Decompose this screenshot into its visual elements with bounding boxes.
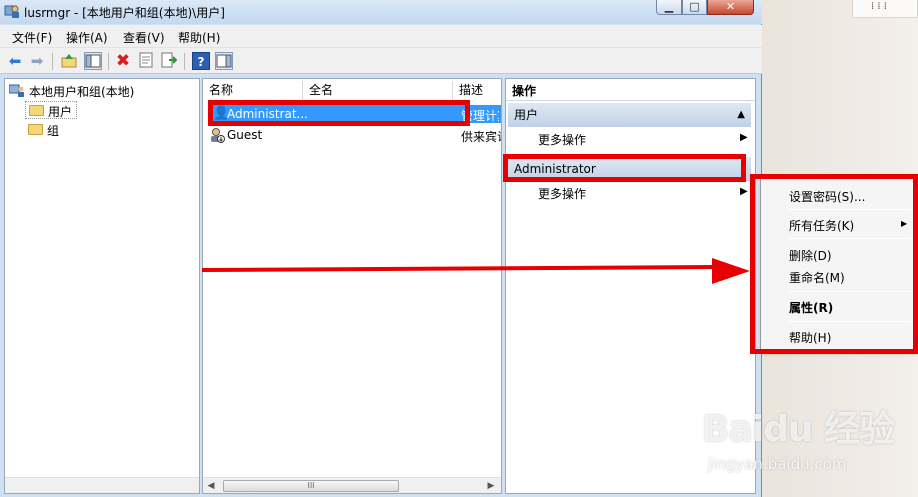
scroll-left-icon[interactable]: ◀ [203, 478, 219, 494]
forward-arrow-icon[interactable]: ➡ [28, 52, 46, 70]
collapse-icon[interactable]: ▲ [737, 103, 745, 127]
action-section-users[interactable]: 用户 ▲ [508, 103, 751, 127]
tree-item-groups-label: 组 [47, 124, 60, 138]
toolbar-separator [184, 53, 185, 70]
scroll-right-icon[interactable]: ▶ [483, 478, 499, 494]
baidu-jingyan-watermark-url: jingyan.baidu.com [708, 455, 847, 473]
show-hide-action-pane-icon[interactable] [215, 52, 233, 70]
menu-bar: 文件(F) 操作(A) 查看(V) 帮助(H) [0, 25, 762, 47]
toolbar-separator [108, 53, 109, 70]
tree-root-label[interactable]: 本地用户和组(本地) [29, 83, 134, 100]
guest-user-icon [209, 127, 225, 143]
row-name: Guest [227, 128, 263, 142]
title-bar[interactable]: lusrmgr - [本地用户和组(本地)\用户] ▁ □ ✕ [0, 0, 762, 24]
table-row-guest[interactable]: Guest 供来宾访 [209, 126, 501, 144]
baidu-jingyan-watermark-logo: Baidu 经验 [702, 409, 895, 450]
menu-file[interactable]: 文件(F) [12, 29, 52, 46]
annotation-box-administrator-section [503, 154, 746, 182]
background-note: ⁞ ⁞ ⁞ [852, 0, 918, 18]
column-header-fullname[interactable]: 全名 [303, 81, 453, 101]
annotation-arrow-head-icon [712, 258, 750, 284]
close-button[interactable]: ✕ [707, 0, 754, 15]
list-horizontal-scrollbar[interactable]: ◀ III ▶ [203, 477, 501, 493]
folder-icon [28, 124, 43, 135]
back-arrow-icon[interactable]: ⬅ [6, 52, 24, 70]
menu-view[interactable]: 查看(V) [123, 29, 165, 46]
tree-item-users[interactable]: 用户 [25, 101, 77, 119]
submenu-arrow-icon: ▶ [740, 186, 748, 197]
mmc-window: lusrmgr - [本地用户和组(本地)\用户] ▁ □ ✕ 文件(F) 操作… [0, 0, 762, 497]
column-header-description[interactable]: 描述 [453, 81, 501, 101]
more-actions-administrator[interactable]: 更多操作 [538, 185, 586, 202]
window-title: lusrmgr - [本地用户和组(本地)\用户] [24, 6, 225, 20]
row-description: 供来宾访 [461, 130, 501, 144]
column-header-name[interactable]: 名称 [203, 81, 303, 101]
user-list: 名称 全名 描述 👤 Administrat... 管理计算 Guest 供来宾… [202, 78, 502, 494]
tree-horizontal-scrollbar[interactable] [5, 477, 199, 493]
annotation-box-administrator-row [208, 100, 470, 126]
tree-item-users-label: 用户 [48, 105, 73, 119]
toolbar-separator [52, 53, 53, 70]
lusrmgr-app-icon [4, 3, 20, 19]
minimize-button[interactable]: ▁ [656, 0, 682, 15]
more-actions-users[interactable]: 更多操作 [538, 131, 586, 148]
show-hide-tree-icon[interactable] [84, 52, 102, 70]
properties-icon[interactable] [137, 52, 155, 70]
console-tree: 本地用户和组(本地) 用户 组 [4, 78, 200, 494]
action-pane-title: 操作 [506, 81, 755, 101]
delete-icon[interactable]: ✖ [114, 52, 132, 70]
help-icon[interactable]: ? [192, 52, 210, 70]
annotation-box-context-menu [750, 174, 918, 354]
up-folder-icon[interactable] [60, 52, 78, 70]
action-section-users-label: 用户 [514, 108, 539, 122]
scrollbar-thumb[interactable]: III [223, 480, 399, 492]
folder-icon [29, 105, 44, 116]
menu-action[interactable]: 操作(A) [66, 29, 108, 46]
computer-users-icon [8, 84, 25, 101]
menu-help[interactable]: 帮助(H) [178, 29, 220, 46]
maximize-button[interactable]: □ [682, 0, 707, 15]
export-list-icon[interactable] [160, 52, 178, 70]
submenu-arrow-icon: ▶ [740, 132, 748, 143]
tree-item-groups[interactable]: 组 [25, 121, 77, 139]
toolbar: ⬅ ➡ ✖ ? [0, 47, 762, 74]
